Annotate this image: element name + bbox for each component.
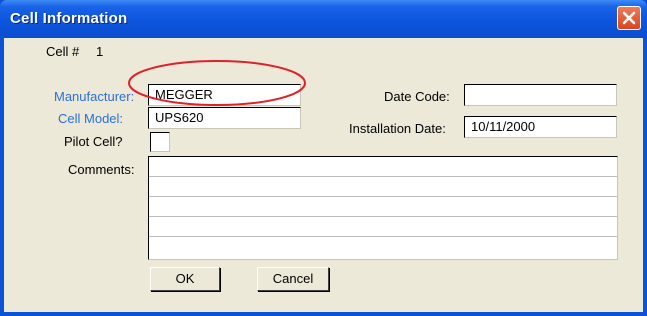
installation-date-field[interactable]: 10/11/2000: [464, 116, 617, 138]
comment-line[interactable]: [149, 157, 617, 177]
pilot-cell-checkbox[interactable]: [150, 132, 170, 152]
cancel-button[interactable]: Cancel: [257, 267, 329, 291]
cell-number-label: Cell #: [46, 44, 80, 59]
cell-model-label[interactable]: Cell Model:: [58, 111, 123, 126]
comments-label: Comments:: [68, 162, 135, 177]
date-code-field[interactable]: [464, 84, 617, 106]
date-code-label: Date Code:: [384, 89, 450, 104]
window-bottom-border: [0, 312, 647, 316]
cell-number-value: 1: [96, 44, 104, 59]
manufacturer-field[interactable]: MEGGER: [148, 84, 301, 106]
manufacturer-label[interactable]: Manufacturer:: [54, 89, 134, 104]
comment-line[interactable]: [149, 177, 617, 197]
window-title: Cell Information: [10, 10, 128, 27]
dialog-body: Cell # 1 Manufacturer: MEGGER Cell Model…: [4, 38, 643, 312]
pilot-cell-label: Pilot Cell?: [64, 134, 123, 149]
comment-line[interactable]: [149, 237, 617, 257]
installation-date-label: Installation Date:: [349, 121, 446, 136]
comment-line[interactable]: [149, 197, 617, 217]
title-bar[interactable]: Cell Information: [0, 0, 647, 38]
ok-button[interactable]: OK: [150, 267, 220, 291]
comment-line[interactable]: [149, 217, 617, 237]
close-icon: [622, 11, 636, 25]
comments-field[interactable]: [148, 156, 618, 260]
cell-model-field[interactable]: UPS620: [148, 107, 301, 129]
close-button[interactable]: [617, 6, 641, 30]
cell-information-dialog: Cell Information Cell # 1 Manufacturer: …: [0, 0, 647, 316]
